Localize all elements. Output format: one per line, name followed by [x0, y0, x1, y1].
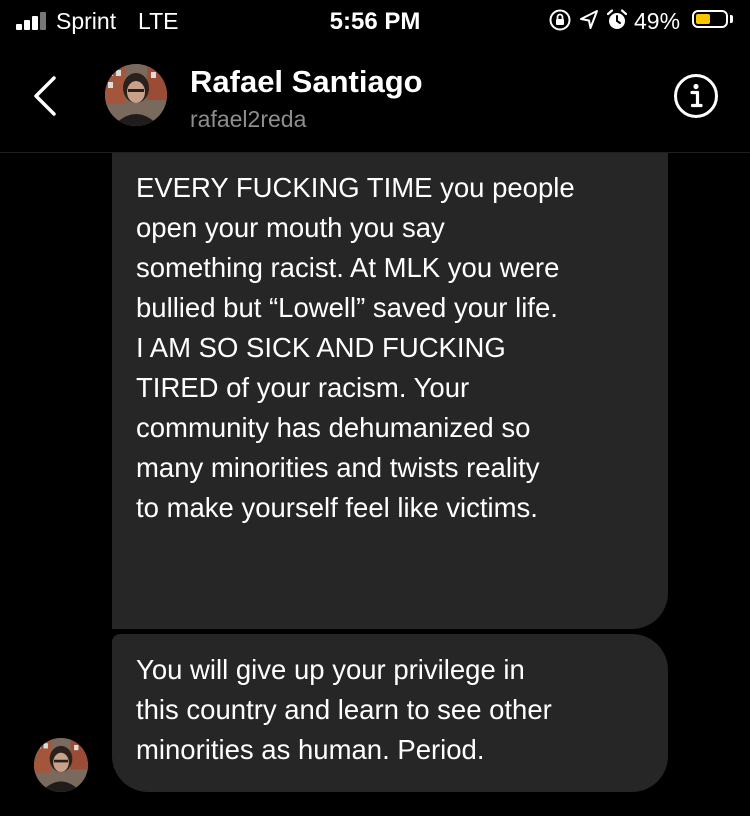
alarm-icon [606, 9, 628, 29]
battery-percent: 49% [634, 8, 681, 34]
message-text: EVERY FUCKING TIME you people open your … [136, 172, 575, 523]
message-bubble[interactable]: EVERY FUCKING TIME you people open your … [112, 153, 668, 629]
orientation-lock-icon [549, 9, 571, 31]
battery-icon [692, 10, 728, 28]
avatar[interactable] [105, 64, 167, 126]
message-text: You will give up your privilege in this … [136, 654, 552, 765]
info-icon[interactable] [673, 73, 719, 119]
status-bar: Sprint LTE 5:56 PM 49% [0, 0, 750, 40]
contact-name[interactable]: Rafael Santiago [190, 64, 423, 100]
battery-level-fill [696, 14, 710, 24]
message-bubble[interactable]: You will give up your privilege in this … [112, 634, 668, 792]
battery-tip [730, 15, 733, 23]
contact-username: rafael2reda [190, 106, 307, 132]
sender-avatar[interactable] [34, 738, 88, 792]
back-chevron-icon[interactable] [28, 74, 64, 118]
location-arrow-icon [580, 10, 598, 29]
chat-header: Rafael Santiago rafael2reda [0, 40, 750, 153]
